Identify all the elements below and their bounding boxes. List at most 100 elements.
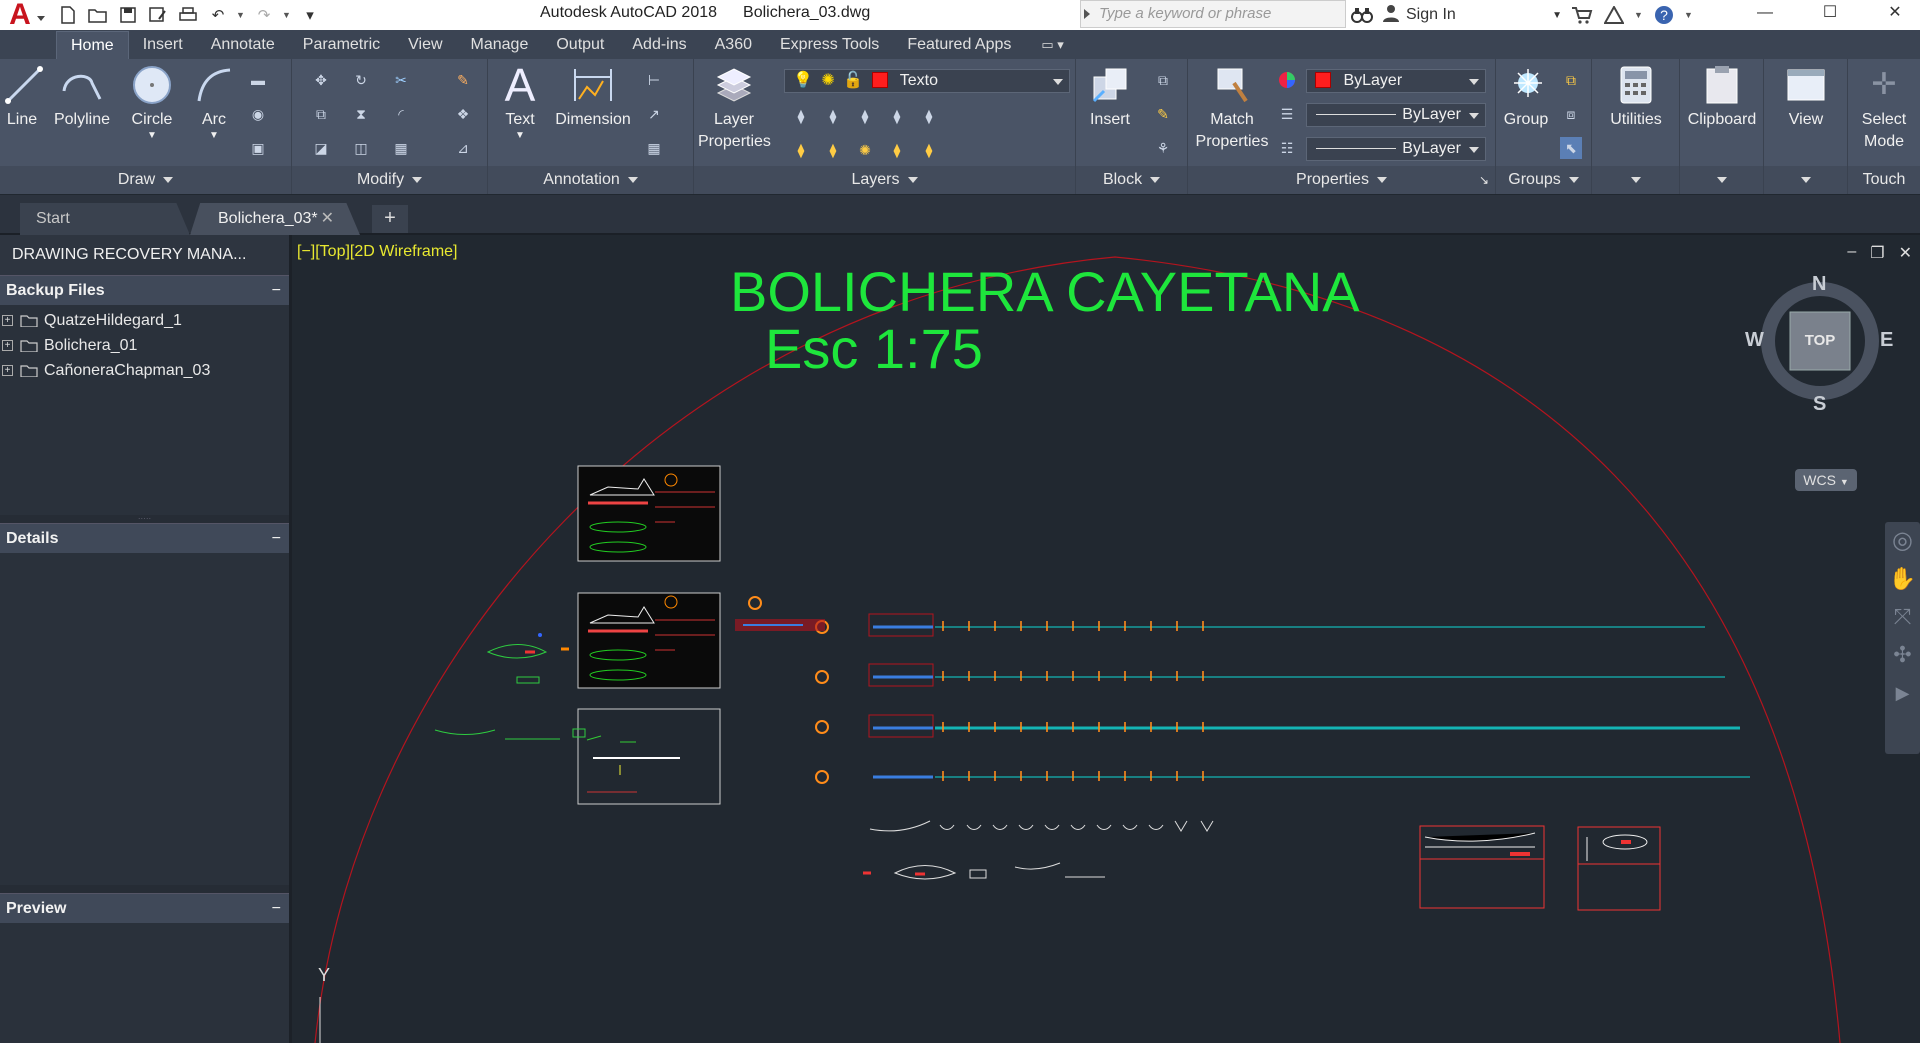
backup-file-item[interactable]: + Bolichera_01 (0, 333, 289, 358)
tab-featured-apps[interactable]: Featured Apps (893, 31, 1025, 59)
tab-output[interactable]: Output (542, 31, 618, 59)
search-input[interactable]: Type a keyword or phrase (1080, 0, 1346, 28)
viewcube-top-face[interactable]: TOP (1790, 312, 1850, 370)
layer-previous-icon[interactable]: ⧫ (918, 139, 940, 161)
tab-insert[interactable]: Insert (129, 31, 197, 59)
touch-panel-title[interactable]: Touch (1848, 166, 1920, 194)
viewport-close-icon[interactable]: ✕ (1899, 243, 1912, 263)
utilities-button[interactable]: Utilities (1596, 63, 1676, 131)
layer-unisolate-icon[interactable]: ⧫ (822, 139, 844, 161)
properties-panel-title[interactable]: Properties ↘ (1188, 166, 1495, 194)
chevron-down-icon[interactable]: ▼ (1634, 10, 1644, 20)
viewcube[interactable]: TOP N S W E (1745, 273, 1895, 416)
sign-in-button[interactable]: Sign In ▼ (1382, 4, 1562, 27)
layer-dropdown[interactable]: 💡 ✺ 🔓 Texto (784, 69, 1070, 93)
move-icon[interactable]: ✥ (310, 69, 332, 91)
compass-south[interactable]: S (1813, 393, 1826, 416)
zoom-extents-icon[interactable]: ⤧ (1885, 598, 1920, 636)
tab-annotate[interactable]: Annotate (197, 31, 289, 59)
create-block-icon[interactable]: ⧉ (1152, 69, 1174, 91)
linear-dimension-icon[interactable]: ⊢ (643, 69, 665, 91)
table-icon[interactable]: ▦ (643, 137, 665, 159)
color-dropdown[interactable]: ByLayer (1306, 69, 1486, 93)
compass-east[interactable]: E (1880, 329, 1893, 352)
collapse-icon[interactable]: − (272, 276, 281, 306)
view-button[interactable]: View (1766, 63, 1846, 131)
hatch-icon[interactable]: ◉ (247, 103, 269, 125)
tab-a360[interactable]: A360 (701, 31, 766, 59)
splitter-handle[interactable] (0, 885, 289, 893)
application-menu-button[interactable]: A (0, 0, 48, 30)
dialog-launcher-icon[interactable]: ↘ (1479, 166, 1489, 194)
layer-isolate-icon[interactable]: ⧫ (822, 105, 844, 127)
tab-home[interactable]: Home (56, 31, 129, 59)
chevron-down-icon[interactable]: ▼ (1684, 10, 1694, 20)
tab-add-ins[interactable]: Add-ins (618, 31, 700, 59)
ribbon-display-toggle-icon[interactable]: ▭ ▾ (1041, 31, 1063, 59)
open-folder-icon[interactable] (86, 4, 110, 26)
offset-icon[interactable]: ⊿ (452, 137, 474, 159)
layer-thaw-icon[interactable]: ✺ (854, 139, 876, 161)
backup-file-item[interactable]: + CañoneraChapman_03 (0, 358, 289, 383)
backup-file-item[interactable]: + QuatzeHildegard_1 (0, 308, 289, 333)
collapse-icon[interactable]: − (272, 524, 281, 554)
tab-start[interactable]: Start (20, 203, 190, 235)
drawing-canvas[interactable]: BOLICHERA CAYETANA Esc 1:75 Y [−][Top][2… (295, 237, 1920, 1043)
stretch-icon[interactable]: ◪ (310, 137, 332, 159)
new-file-icon[interactable] (56, 4, 80, 26)
scale-icon[interactable]: ◫ (350, 137, 372, 159)
layer-match-icon[interactable]: ⧫ (918, 105, 940, 127)
wcs-menu[interactable]: WCS ▼ (1795, 469, 1857, 491)
leader-icon[interactable]: ↗ (643, 103, 665, 125)
preview-header[interactable]: Preview − (0, 893, 289, 923)
copy-icon[interactable]: ⧉ (310, 103, 332, 125)
draw-panel-title[interactable]: Draw (0, 166, 291, 194)
tab-bolichera-03[interactable]: Bolichera_03* ✕ (190, 203, 360, 235)
expand-icon[interactable]: + (2, 315, 13, 326)
region-icon[interactable]: ▣ (247, 137, 269, 159)
edit-block-icon[interactable]: ✎ (1152, 103, 1174, 125)
circle-button[interactable]: Circle ▼ (124, 63, 180, 141)
utilities-panel-title[interactable] (1592, 166, 1679, 194)
minimize-button[interactable]: — (1735, 0, 1795, 30)
lineweight-icon[interactable]: ☰ (1276, 103, 1298, 125)
steering-wheel-icon[interactable]: ◎ (1885, 522, 1920, 560)
annotation-panel-title[interactable]: Annotation (488, 166, 693, 194)
undo-dropdown-icon[interactable]: ▼ (236, 10, 246, 20)
save-as-icon[interactable] (146, 4, 170, 26)
groups-panel-title[interactable]: Groups (1496, 166, 1591, 194)
collapse-icon[interactable]: − (272, 894, 281, 924)
arc-button[interactable]: Arc ▼ (190, 63, 238, 141)
match-properties-button[interactable]: Match Properties (1192, 63, 1272, 153)
redo-icon[interactable]: ↷ (252, 4, 276, 26)
expand-icon[interactable]: + (2, 365, 13, 376)
details-header[interactable]: Details − (0, 523, 289, 553)
linetype-dropdown[interactable]: ByLayer (1306, 103, 1486, 127)
showmotion-icon[interactable]: ▶ (1885, 674, 1920, 712)
explode-icon[interactable]: ❖ (452, 103, 474, 125)
layers-panel-title[interactable]: Layers (694, 166, 1075, 194)
mirror-icon[interactable]: ⧗ (350, 103, 372, 125)
clipboard-button[interactable]: Clipboard (1682, 63, 1762, 131)
pan-hand-icon[interactable]: ✋ (1885, 560, 1920, 598)
cart-icon[interactable] (1570, 4, 1594, 26)
rotate-icon[interactable]: ↻ (350, 69, 372, 91)
layer-freeze-icon[interactable]: ⧫ (854, 105, 876, 127)
expand-icon[interactable]: + (2, 340, 13, 351)
viewport-minimize-icon[interactable]: – (1847, 243, 1856, 263)
trim-icon[interactable]: ✂ (390, 69, 412, 91)
orbit-icon[interactable]: ✣ (1885, 636, 1920, 674)
polyline-button[interactable]: Polyline (50, 63, 114, 131)
maximize-button[interactable]: ☐ (1800, 0, 1860, 30)
layer-off-icon[interactable]: ⧫ (790, 105, 812, 127)
erase-icon[interactable]: ✎ (452, 69, 474, 91)
tab-parametric[interactable]: Parametric (289, 31, 394, 59)
undo-icon[interactable]: ↶ (206, 4, 230, 26)
group-selection-icon[interactable]: ⬉ (1560, 137, 1582, 159)
tab-express-tools[interactable]: Express Tools (766, 31, 893, 59)
backup-files-header[interactable]: Backup Files − (0, 275, 289, 305)
layer-unlock-icon[interactable]: ⧫ (886, 139, 908, 161)
plot-icon[interactable] (176, 4, 200, 26)
viewport-restore-icon[interactable]: ❐ (1870, 243, 1884, 263)
help-icon[interactable]: ? (1652, 4, 1676, 26)
